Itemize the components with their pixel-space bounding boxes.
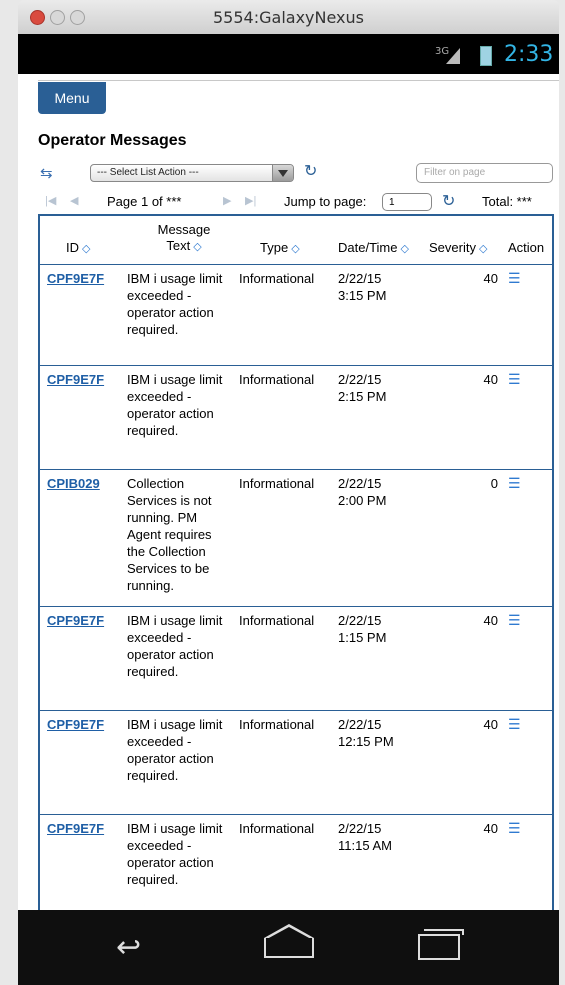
list-icon[interactable]: ☰ [508, 475, 521, 492]
sort-icon: ◇ [400, 243, 409, 255]
message-id-link[interactable]: CPF9E7F [47, 371, 104, 388]
pager: |◀ ◀ Page 1 of *** ▶ ▶| Jump to page: 1 … [18, 190, 559, 214]
message-type: Informational [239, 717, 315, 732]
recent-apps-icon[interactable] [418, 929, 464, 960]
table-header: ID ◇ Message Text ◇ Type ◇ Date/Time ◇ Sever… [40, 216, 552, 265]
table-row: CPF9E7F IBM i usage limit exceeded - ope… [40, 264, 552, 366]
message-type: Informational [239, 821, 315, 836]
message-text: IBM i usage limit exceeded - operator ac… [127, 717, 223, 783]
message-datetime: 2/22/15 2:00 PM [338, 476, 387, 508]
sort-icon: ◇ [82, 243, 91, 255]
jump-label: Jump to page: [284, 194, 367, 209]
message-datetime: 2/22/15 12:15 PM [338, 717, 394, 749]
column-header-datetime[interactable]: Date/Time ◇ [338, 240, 409, 255]
message-severity: 0 [490, 476, 498, 491]
message-severity: 40 [483, 613, 498, 628]
column-header-action: Action [508, 240, 545, 255]
message-text: IBM i usage limit exceeded - operator ac… [127, 613, 223, 679]
signal-icon [446, 48, 460, 64]
emulator-device: 3G 2:33 Menu Operator Messages ⇆ --- Sel… [18, 34, 559, 985]
home-icon[interactable] [264, 924, 314, 958]
app-screen: Menu Operator Messages ⇆ --- Select List… [18, 74, 559, 910]
refresh-icon[interactable]: ↻ [304, 161, 317, 181]
message-datetime: 2/22/15 3:15 PM [338, 271, 387, 303]
arrows-icon[interactable]: ⇆ [40, 164, 53, 182]
message-id-link[interactable]: CPIB029 [47, 475, 100, 492]
window-title: 5554:GalaxyNexus [213, 8, 364, 27]
message-severity: 40 [483, 271, 498, 286]
table-row: CPF9E7F IBM i usage limit exceeded - ope… [40, 365, 552, 470]
window-titlebar: 5554:GalaxyNexus [18, 0, 559, 35]
chevron-down-icon[interactable] [272, 165, 293, 181]
column-header-id[interactable]: ID ◇ [66, 240, 90, 255]
jump-page-input[interactable]: 1 [382, 193, 432, 211]
sort-icon: ◇ [291, 243, 300, 255]
list-action-select[interactable]: --- Select List Action --- [90, 164, 294, 182]
filter-input[interactable]: Filter on page [416, 163, 553, 183]
previous-page-icon[interactable]: ◀ [70, 194, 78, 207]
back-icon[interactable]: ↩ [116, 930, 141, 965]
message-text: Collection Services is not running. PM A… [127, 476, 212, 593]
list-icon[interactable]: ☰ [508, 371, 521, 388]
message-id-link[interactable]: CPF9E7F [47, 716, 104, 733]
status-bar: 3G 2:33 [18, 34, 559, 74]
status-time: 2:33 [504, 42, 554, 67]
message-id-link[interactable]: CPF9E7F [47, 270, 104, 287]
messages-table: ID ◇ Message Text ◇ Type ◇ Date/Time ◇ Sever… [38, 214, 554, 910]
message-text: IBM i usage limit exceeded - operator ac… [127, 271, 223, 337]
message-id-link[interactable]: CPF9E7F [47, 612, 104, 629]
column-header-severity[interactable]: Severity ◇ [429, 240, 487, 255]
message-severity: 40 [483, 372, 498, 387]
sort-icon: ◇ [478, 243, 488, 255]
message-type: Informational [239, 613, 315, 628]
message-type: Informational [239, 476, 315, 491]
jump-refresh-icon[interactable]: ↻ [442, 191, 455, 211]
message-id-link[interactable]: CPF9E7F [47, 820, 104, 837]
column-header-message-text[interactable]: Message Text ◇ [140, 222, 228, 255]
column-header-type[interactable]: Type ◇ [260, 240, 300, 255]
last-page-icon[interactable]: ▶| [245, 194, 256, 207]
list-icon[interactable]: ☰ [508, 716, 521, 733]
message-datetime: 2/22/15 2:15 PM [338, 372, 387, 404]
table-row: CPF9E7F IBM i usage limit exceeded - ope… [40, 814, 552, 910]
battery-icon [480, 46, 492, 66]
table-row: CPF9E7F IBM i usage limit exceeded - ope… [40, 606, 552, 711]
table-row: CPF9E7F IBM i usage limit exceeded - ope… [40, 710, 552, 815]
menu-button[interactable]: Menu [38, 82, 106, 114]
first-page-icon[interactable]: |◀ [45, 194, 56, 207]
total-label: Total: *** [482, 194, 532, 209]
list-action-select-value: --- Select List Action --- [97, 167, 199, 178]
message-type: Informational [239, 271, 315, 286]
message-text: IBM i usage limit exceeded - operator ac… [127, 821, 223, 887]
android-nav-bar: ↩ [18, 910, 559, 985]
list-icon[interactable]: ☰ [508, 820, 521, 837]
page-label: Page 1 of *** [107, 194, 182, 209]
list-icon[interactable]: ☰ [508, 270, 521, 287]
message-datetime: 2/22/15 11:15 AM [338, 821, 392, 853]
message-text: IBM i usage limit exceeded - operator ac… [127, 372, 223, 438]
page-title: Operator Messages [38, 132, 187, 149]
message-severity: 40 [483, 717, 498, 732]
header-divider [38, 80, 559, 81]
list-icon[interactable]: ☰ [508, 612, 521, 629]
message-type: Informational [239, 372, 315, 387]
message-severity: 40 [483, 821, 498, 836]
message-datetime: 2/22/15 1:15 PM [338, 613, 387, 645]
table-row: CPIB029 Collection Services is not runni… [40, 469, 552, 607]
next-page-icon[interactable]: ▶ [223, 194, 231, 207]
sort-icon: ◇ [193, 241, 202, 253]
